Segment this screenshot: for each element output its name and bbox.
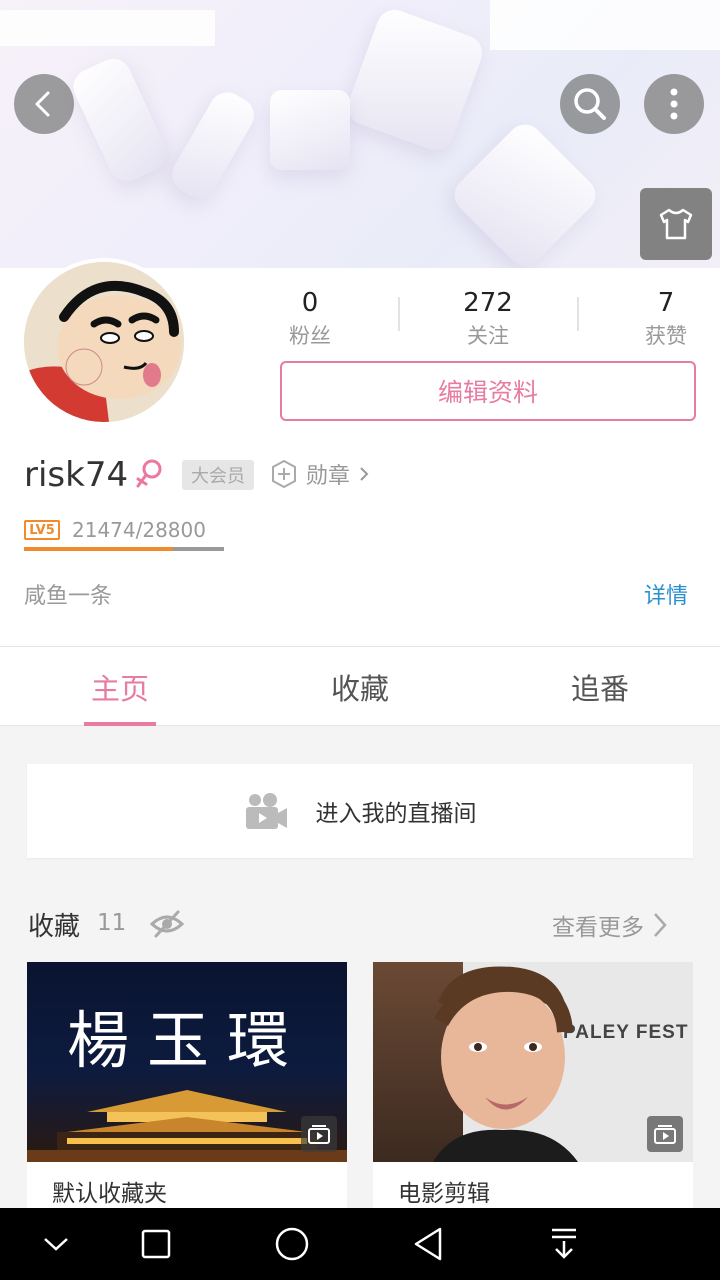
stat-label: 粉丝: [289, 324, 331, 348]
stat-value: 272: [463, 288, 513, 318]
back-button[interactable]: [14, 74, 74, 134]
nav-home-button[interactable]: [270, 1222, 314, 1266]
view-more-link[interactable]: 查看更多: [552, 908, 668, 942]
exp-text: 21474/28800: [72, 518, 206, 542]
vip-badge[interactable]: 大会员: [182, 460, 254, 490]
chevron-down-icon: [44, 1238, 68, 1251]
nav-notification-button[interactable]: [542, 1222, 586, 1266]
status-bar-overlay: [0, 10, 215, 46]
tab-bangumi[interactable]: 追番: [480, 647, 720, 727]
view-more-label: 查看更多: [552, 915, 644, 941]
folder-thumbnail: 楊玉環: [27, 962, 347, 1162]
stat-likes[interactable]: 7 获赞: [606, 288, 720, 350]
stat-following[interactable]: 272 关注: [428, 288, 548, 350]
exp-progress-fill: [24, 547, 174, 551]
search-icon: [574, 88, 606, 120]
portrait-illustration: [433, 966, 578, 1162]
theme-skin-button[interactable]: [640, 188, 712, 260]
favorite-folder-card[interactable]: 楊玉環 默认收藏夹: [27, 962, 347, 1212]
circle-icon: [275, 1227, 309, 1261]
search-button[interactable]: [560, 74, 620, 134]
exp-progress-bar: [24, 547, 224, 551]
stat-fans[interactable]: 0 粉丝: [250, 288, 370, 350]
profile-banner: [0, 0, 720, 268]
chevron-right-icon: [360, 467, 369, 481]
tab-bar: 主页 收藏 追番: [0, 646, 720, 726]
nav-hide-button[interactable]: [34, 1222, 78, 1266]
live-room-button[interactable]: 进入我的直播间: [27, 764, 693, 858]
back-arrow-icon: [35, 91, 50, 117]
more-button[interactable]: [644, 74, 704, 134]
eye-off-icon[interactable]: [149, 910, 185, 942]
triangle-back-icon: [414, 1227, 442, 1261]
banner-decoration: [270, 90, 350, 170]
favorites-title: 收藏: [28, 912, 81, 942]
system-nav-bar: [0, 1208, 720, 1280]
nav-recents-button[interactable]: [134, 1222, 178, 1266]
stat-label: 关注: [467, 324, 509, 348]
more-vertical-icon: [670, 88, 678, 120]
banner-decoration: [342, 4, 488, 156]
edit-profile-button[interactable]: 编辑资料: [280, 361, 696, 421]
favorite-folder-card[interactable]: PALEY FEST 电影剪辑: [373, 962, 693, 1212]
username: risk74: [24, 455, 129, 495]
tshirt-icon: [659, 208, 693, 240]
status-bar-overlay: [490, 0, 720, 50]
pull-down-icon: [552, 1228, 576, 1259]
female-icon: [134, 458, 164, 496]
medal-label: 勋章: [306, 464, 351, 489]
stat-value: 7: [657, 288, 675, 318]
avatar[interactable]: [20, 258, 188, 426]
folder-thumbnail: PALEY FEST: [373, 962, 693, 1162]
square-icon: [141, 1229, 171, 1259]
video-list-icon: [647, 1116, 683, 1152]
palace-illustration: [27, 1090, 347, 1162]
folder-name: 默认收藏夹: [52, 1181, 167, 1207]
video-list-icon: [301, 1116, 337, 1152]
signature: 咸鱼一条: [24, 584, 113, 609]
medal-link[interactable]: 勋章: [270, 458, 370, 490]
tab-favorites[interactable]: 收藏: [240, 647, 480, 727]
banner-decoration: [67, 52, 173, 188]
divider: [577, 297, 579, 331]
banner-decoration: [165, 85, 261, 205]
folder-name: 电影剪辑: [398, 1181, 490, 1207]
level-badge: LV5: [24, 520, 60, 540]
stat-value: 0: [301, 288, 319, 318]
video-camera-icon: [245, 793, 287, 829]
tab-home[interactable]: 主页: [0, 647, 240, 727]
avatar-image: [24, 262, 184, 422]
stat-label: 获赞: [645, 324, 687, 348]
divider: [398, 297, 400, 331]
nav-back-button[interactable]: [406, 1222, 450, 1266]
tab-indicator: [84, 722, 156, 726]
live-room-label: 进入我的直播间: [315, 801, 477, 827]
chevron-right-icon: [654, 913, 667, 937]
medal-icon: [272, 460, 296, 488]
thumbnail-text: 楊玉環: [66, 1004, 307, 1077]
detail-link[interactable]: 详情: [644, 578, 688, 610]
favorites-count: 11: [97, 910, 127, 936]
banner-decoration: [447, 117, 603, 268]
